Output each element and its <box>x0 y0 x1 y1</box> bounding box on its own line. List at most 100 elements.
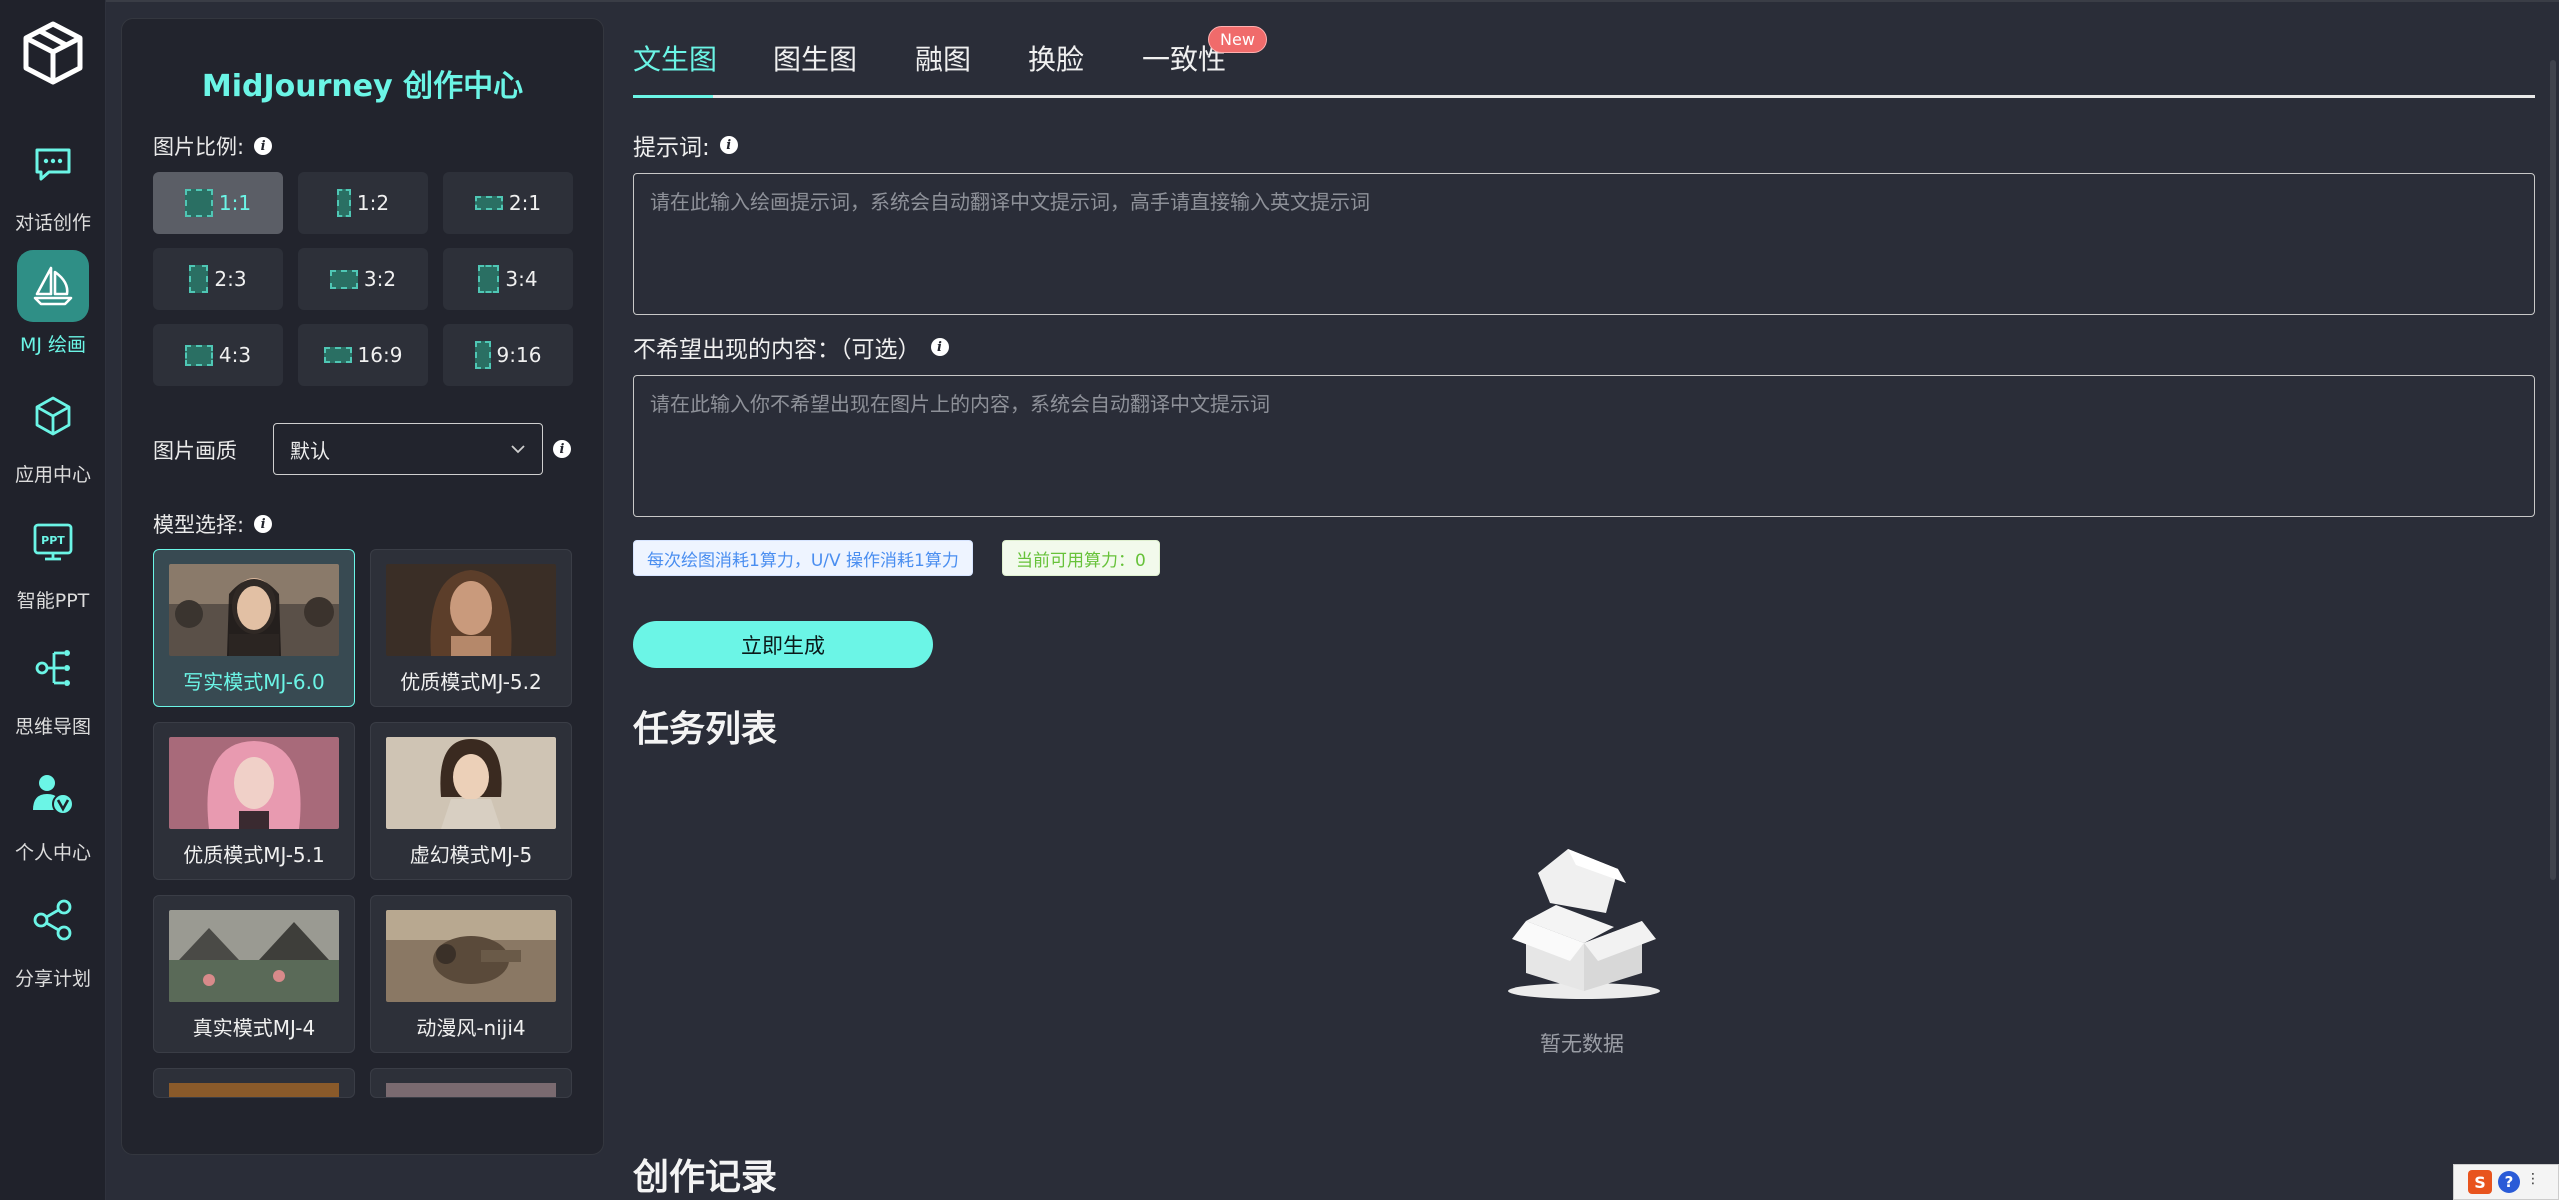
model-preview-image <box>169 737 339 829</box>
empty-box-icon <box>1508 849 1660 999</box>
negative-label-row: 不希望出现的内容：（可选） i <box>633 330 949 364</box>
ratio-shape-icon <box>323 347 352 363</box>
negative-prompt-input[interactable] <box>633 375 2535 517</box>
model-label: 真实模式MJ-4 <box>192 1016 316 1040</box>
nav-label: 分享计划 <box>14 968 91 990</box>
ratio-option-1-1[interactable]: 1:1 <box>153 172 283 234</box>
model-label: 优质模式MJ-5.2 <box>400 670 542 694</box>
ratio-value: 9:16 <box>496 343 542 367</box>
task-list-title: 任务列表 <box>633 709 778 750</box>
prompt-label: 提示词: <box>633 135 710 161</box>
nav-item-share[interactable]: 分享计划 <box>0 884 106 994</box>
quality-select[interactable]: 默认 <box>273 423 543 475</box>
ratio-value: 4:3 <box>218 343 252 367</box>
tab-face-swap[interactable]: 换脸 <box>1028 38 1084 78</box>
empty-state-text: 暂无数据 <box>1540 1032 1624 1056</box>
ratio-value: 1:1 <box>218 191 252 215</box>
info-icon[interactable]: i <box>719 136 738 154</box>
info-icon[interactable]: i <box>553 440 571 458</box>
model-section-label: 模型选择: i <box>153 509 273 539</box>
help-icon[interactable]: ? <box>2498 1171 2520 1193</box>
nav-label: MJ 绘画 <box>19 334 87 356</box>
model-card-partial[interactable] <box>370 1068 572 1098</box>
nav-item-chat[interactable]: 对话创作 <box>0 128 106 238</box>
model-card-niji4[interactable]: 动漫风-niji4 <box>370 895 572 1053</box>
ratio-option-1-2[interactable]: 1:2 <box>298 172 428 234</box>
model-label: 模型选择: <box>153 513 245 537</box>
generate-button[interactable]: 立即生成 <box>633 621 933 668</box>
ratio-option-3-2[interactable]: 3:2 <box>298 248 428 310</box>
model-preview-image <box>386 564 556 656</box>
mode-tabs: 文生图 图生图 融图 换脸 一致性 <box>633 38 2535 98</box>
nav-item-profile[interactable]: 个人中心 <box>0 758 106 868</box>
negative-label: 不希望出现的内容：（可选） <box>633 337 921 363</box>
ratio-option-2-1[interactable]: 2:1 <box>443 172 573 234</box>
prompt-input[interactable] <box>633 173 2535 315</box>
model-preview-image <box>169 910 339 1002</box>
main-scrollbar[interactable] <box>2550 60 2556 880</box>
ratio-value: 1:2 <box>356 191 390 215</box>
ratio-shape-icon <box>184 189 213 217</box>
info-icon[interactable]: i <box>254 515 273 533</box>
model-preview-image <box>386 1083 556 1097</box>
chevron-down-icon <box>511 445 525 454</box>
ratio-value: 2:3 <box>214 267 247 291</box>
ppt-icon: PPT <box>17 506 89 578</box>
model-card-mj6[interactable]: 写实模式MJ-6.0 <box>153 549 355 707</box>
prompt-label-row: 提示词: i <box>633 128 738 162</box>
info-icon[interactable]: i <box>930 338 949 356</box>
nav-item-smart-ppt[interactable]: PPT 智能PPT <box>0 506 106 616</box>
tray-menu-icon[interactable]: ⋮ <box>2526 1171 2540 1193</box>
model-card-mj4[interactable]: 真实模式MJ-4 <box>153 895 355 1053</box>
nav-label: 对话创作 <box>14 212 91 234</box>
ratio-shape-icon <box>474 196 503 210</box>
sogou-ime-icon[interactable]: S <box>2468 1170 2492 1194</box>
model-card-mj52[interactable]: 优质模式MJ-5.2 <box>370 549 572 707</box>
model-label: 优质模式MJ-5.1 <box>183 843 325 867</box>
window-top-border <box>0 0 2559 2</box>
nav-label: 思维导图 <box>14 716 91 738</box>
active-tab-underline <box>633 95 713 98</box>
quality-selected-value: 默认 <box>290 438 330 463</box>
ratio-value: 2:1 <box>508 191 542 215</box>
info-icon[interactable]: i <box>254 137 273 155</box>
ime-tray: S ? ⋮ <box>2453 1164 2559 1200</box>
ratio-option-3-4[interactable]: 3:4 <box>443 248 573 310</box>
nav-label: 应用中心 <box>14 464 91 486</box>
new-badge: New <box>1208 26 1267 53</box>
sailboat-icon <box>17 250 89 322</box>
nav-item-mj-draw[interactable]: MJ 绘画 <box>0 250 106 360</box>
model-label: 虚幻模式MJ-5 <box>409 843 533 867</box>
ratio-shape-icon <box>184 344 213 366</box>
ratio-option-9-16[interactable]: 9:16 <box>443 324 573 386</box>
nav-item-mindmap[interactable]: 思维导图 <box>0 632 106 742</box>
svg-text:PPT: PPT <box>41 534 65 547</box>
ratio-section-label: 图片比例: i <box>153 131 273 161</box>
chat-icon <box>17 128 89 200</box>
ratio-option-2-3[interactable]: 2:3 <box>153 248 283 310</box>
ratio-shape-icon <box>329 269 358 289</box>
cost-info-tag: 每次绘图消耗1算力，U/V 操作消耗1算力 <box>633 540 973 576</box>
tab-blend[interactable]: 融图 <box>915 38 971 78</box>
ratio-value: 3:4 <box>505 267 538 291</box>
model-preview-image <box>386 910 556 1002</box>
settings-panel: MidJourney 创作中心 图片比例: i 1:1 1:2 2:1 2:3 … <box>121 18 604 1155</box>
tab-text-to-image[interactable]: 文生图 <box>633 38 717 78</box>
tab-image-to-image[interactable]: 图生图 <box>773 38 857 78</box>
model-card-partial[interactable] <box>153 1068 355 1098</box>
history-title: 创作记录 <box>633 1157 778 1198</box>
ratio-label: 图片比例: <box>153 135 245 159</box>
user-v-icon <box>17 758 89 830</box>
model-card-mj51[interactable]: 优质模式MJ-5.1 <box>153 722 355 880</box>
share-icon <box>17 884 89 956</box>
ratio-shape-icon <box>474 341 491 369</box>
ratio-shape-icon <box>336 189 351 217</box>
model-card-mj5[interactable]: 虚幻模式MJ-5 <box>370 722 572 880</box>
model-preview-image <box>169 1083 339 1097</box>
ratio-option-16-9[interactable]: 16:9 <box>298 324 428 386</box>
quality-section-label: 图片画质 <box>153 435 237 465</box>
ratio-option-4-3[interactable]: 4:3 <box>153 324 283 386</box>
nav-item-app-center[interactable]: 应用中心 <box>0 380 106 490</box>
nav-label: 个人中心 <box>14 842 91 864</box>
app-logo-cube-icon[interactable] <box>18 18 88 88</box>
